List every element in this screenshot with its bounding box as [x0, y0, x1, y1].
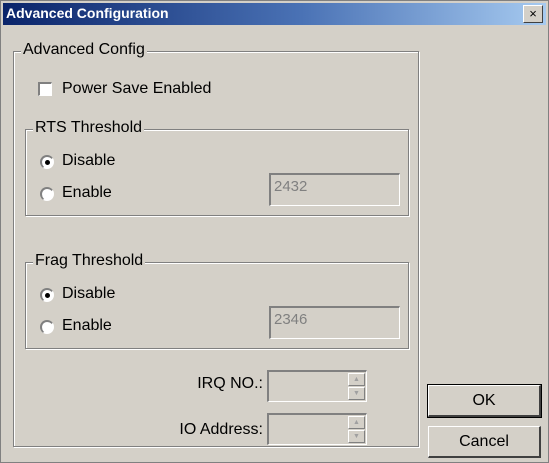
advanced-configuration-dialog: Advanced Configuration × Advanced Config…	[0, 0, 549, 463]
irq-label: IRQ NO.:	[197, 375, 263, 392]
spin-down-icon[interactable]: ▼	[348, 387, 365, 400]
advanced-config-legend: Advanced Config	[21, 41, 147, 59]
window-title: Advanced Configuration	[6, 5, 169, 21]
frag-enable-radio[interactable]	[40, 320, 54, 334]
frag-threshold-legend: Frag Threshold	[33, 252, 146, 270]
frag-disable-radio[interactable]	[40, 288, 54, 302]
frag-enable-label[interactable]: Enable	[62, 317, 112, 335]
ok-button[interactable]: OK	[427, 384, 542, 418]
close-icon: ×	[529, 6, 537, 21]
rts-disable-radio[interactable]	[40, 155, 54, 169]
cancel-button[interactable]: Cancel	[428, 426, 541, 458]
frag-disable-label[interactable]: Disable	[62, 285, 115, 303]
irq-spinner[interactable]: ▲ ▼	[267, 370, 367, 402]
rts-value-field[interactable]: 2432	[269, 173, 400, 206]
spin-down-icon[interactable]: ▼	[348, 430, 365, 443]
power-save-checkbox[interactable]	[38, 82, 52, 96]
io-address-label: IO Address:	[179, 421, 263, 438]
title-bar[interactable]: Advanced Configuration ×	[3, 3, 546, 25]
power-save-label[interactable]: Power Save Enabled	[62, 80, 211, 98]
io-spin-buttons: ▲ ▼	[348, 416, 365, 443]
io-address-spinner[interactable]: ▲ ▼	[267, 413, 367, 445]
rts-disable-label[interactable]: Disable	[62, 152, 115, 170]
frag-value-field[interactable]: 2346	[269, 306, 400, 339]
spin-up-icon[interactable]: ▲	[348, 416, 365, 429]
close-button[interactable]: ×	[523, 5, 543, 23]
spin-up-icon[interactable]: ▲	[348, 373, 365, 386]
irq-spin-buttons: ▲ ▼	[348, 373, 365, 400]
rts-enable-radio[interactable]	[40, 187, 54, 201]
rts-threshold-legend: RTS Threshold	[33, 119, 145, 137]
rts-enable-label[interactable]: Enable	[62, 184, 112, 202]
